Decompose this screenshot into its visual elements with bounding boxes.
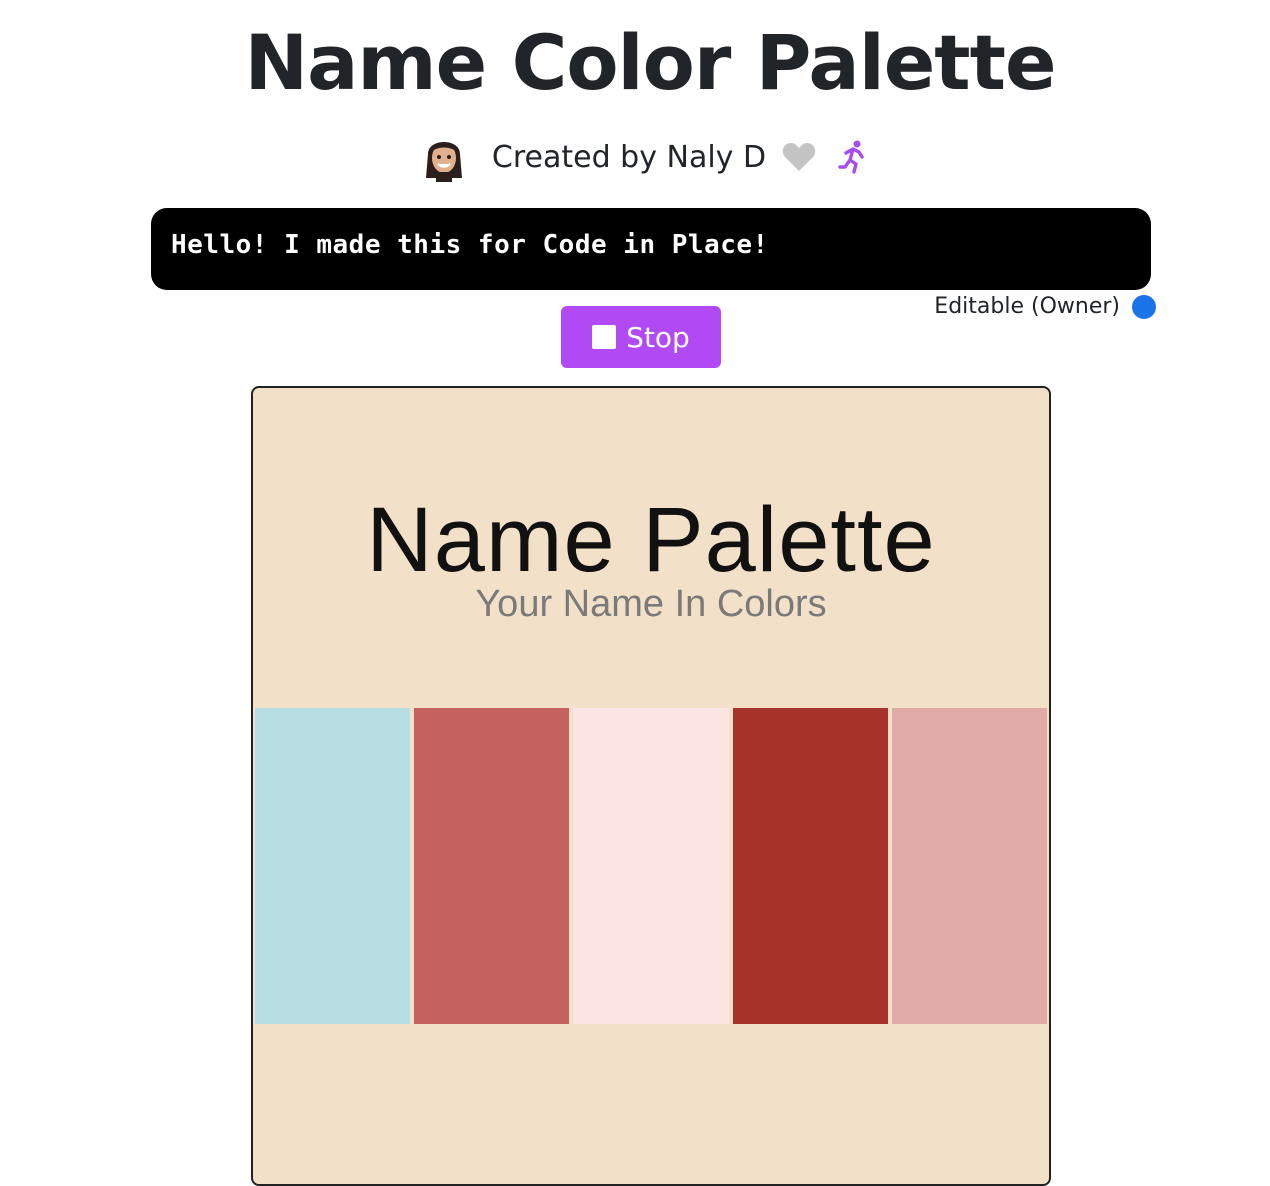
color-swatch-2 <box>412 706 572 1026</box>
color-swatch-4 <box>730 706 890 1026</box>
stop-label: Stop <box>626 320 690 354</box>
editable-label: Editable (Owner) <box>934 294 1120 319</box>
stop-button[interactable]: Stop <box>561 306 721 368</box>
run-icon[interactable] <box>838 140 868 174</box>
editable-status: Editable (Owner) <box>934 294 1156 319</box>
color-swatch-1 <box>253 706 413 1026</box>
heart-icon[interactable] <box>782 142 816 172</box>
output-canvas: Name Palette Your Name In Colors <box>251 386 1051 1186</box>
color-swatch-5 <box>889 706 1049 1026</box>
color-swatch-3 <box>571 706 731 1026</box>
author-row: Created by Naly D <box>0 132 1270 182</box>
status-dot-icon <box>1132 294 1156 319</box>
avatar <box>422 132 466 182</box>
stop-icon <box>592 325 617 349</box>
canvas-title: Name Palette <box>366 489 936 591</box>
console-output: Hello! I made this for Code in Place! <box>151 208 1151 290</box>
swatch-row <box>253 706 1049 1026</box>
author-credit: Created by Naly D <box>491 139 767 175</box>
page-title: Name Color Palette <box>244 18 1056 107</box>
canvas-subtitle: Your Name In Colors <box>475 583 827 625</box>
